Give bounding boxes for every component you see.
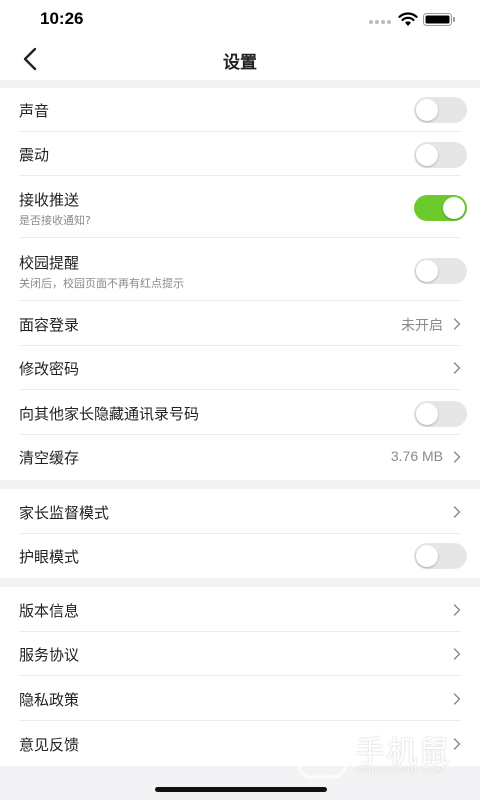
nav-bar: 设置	[0, 38, 480, 80]
settings-row-change-password[interactable]: 修改密码	[0, 346, 480, 390]
settings-row-face-login[interactable]: 面容登录 未开启	[0, 301, 480, 346]
status-bar: 10:26	[0, 0, 480, 38]
row-title: 声音	[19, 102, 50, 120]
chevron-right-icon	[453, 318, 461, 330]
settings-row-privacy-policy[interactable]: 隐私政策	[0, 676, 480, 721]
push-toggle[interactable]	[414, 195, 467, 221]
settings-row-sound: 声音	[0, 88, 480, 132]
settings-row-push: 接收推送 是否接收通知?	[0, 176, 480, 238]
row-title: 家长监督模式	[19, 504, 110, 522]
settings-section-modes: 家长监督模式 护眼模式	[0, 489, 480, 578]
watermark-icon	[297, 729, 347, 779]
row-title: 向其他家长隐藏通讯录号码	[19, 405, 200, 423]
row-title: 服务协议	[19, 646, 80, 664]
row-subtitle: 关闭后，校园页面不再有红点提示	[19, 277, 184, 290]
settings-row-version[interactable]: 版本信息	[0, 587, 480, 632]
settings-row-service-agreement[interactable]: 服务协议	[0, 632, 480, 676]
cache-size: 3.76 MB	[390, 448, 443, 464]
row-title: 意见反馈	[19, 736, 80, 754]
chevron-right-icon	[453, 693, 461, 705]
home-indicator[interactable]	[155, 787, 327, 792]
row-title: 震动	[19, 146, 50, 164]
chevron-right-icon	[453, 648, 461, 660]
chevron-right-icon	[453, 604, 461, 616]
eye-protection-toggle[interactable]	[414, 543, 467, 569]
hide-contacts-toggle[interactable]	[414, 401, 467, 427]
row-title: 护眼模式	[19, 548, 80, 566]
settings-row-hide-contacts: 向其他家长隐藏通讯录号码	[0, 390, 480, 435]
settings-row-eye-protection: 护眼模式	[0, 534, 480, 578]
settings-row-vibration: 震动	[0, 132, 480, 176]
settings-row-campus-reminder: 校园提醒 关闭后，校园页面不再有红点提示	[0, 238, 480, 301]
row-subtitle: 是否接收通知?	[19, 214, 91, 227]
row-title: 清空缓存	[19, 449, 80, 467]
chevron-right-icon	[453, 362, 461, 374]
page-title: 设置	[223, 53, 257, 73]
face-login-status: 未开启	[401, 317, 443, 333]
row-title: 隐私政策	[19, 691, 80, 709]
vibration-toggle[interactable]	[414, 142, 467, 168]
campus-reminder-toggle[interactable]	[414, 258, 467, 284]
row-title: 修改密码	[19, 360, 80, 378]
row-title: 校园提醒	[19, 254, 80, 272]
toggle-knob	[416, 260, 438, 282]
row-title: 版本信息	[19, 602, 80, 620]
status-time: 10:26	[40, 9, 84, 28]
chevron-right-icon	[453, 451, 461, 463]
settings-row-clear-cache[interactable]: 清空缓存 3.76 MB	[0, 435, 480, 480]
chevron-right-icon	[453, 506, 461, 518]
toggle-knob	[416, 403, 438, 425]
row-title: 接收推送	[19, 191, 80, 209]
watermark-subtext: SHOUJISHU.COM	[357, 765, 446, 775]
toggle-knob	[443, 197, 465, 219]
sound-toggle[interactable]	[414, 97, 467, 123]
battery-icon	[423, 13, 455, 26]
toggle-knob	[416, 545, 438, 567]
settings-section-general: 声音 震动 接收推送 是否接收通知? 校园提醒 关闭后，校园页面不再有红点提示 …	[0, 88, 480, 480]
signal-icon	[369, 20, 395, 24]
row-title: 面容登录	[19, 316, 80, 334]
settings-row-parental-mode[interactable]: 家长监督模式	[0, 489, 480, 534]
wifi-icon	[398, 12, 418, 26]
toggle-knob	[416, 99, 438, 121]
toggle-knob	[416, 144, 438, 166]
watermark-logo: 手机鼠 SHOUJISHU.COM	[295, 725, 465, 787]
